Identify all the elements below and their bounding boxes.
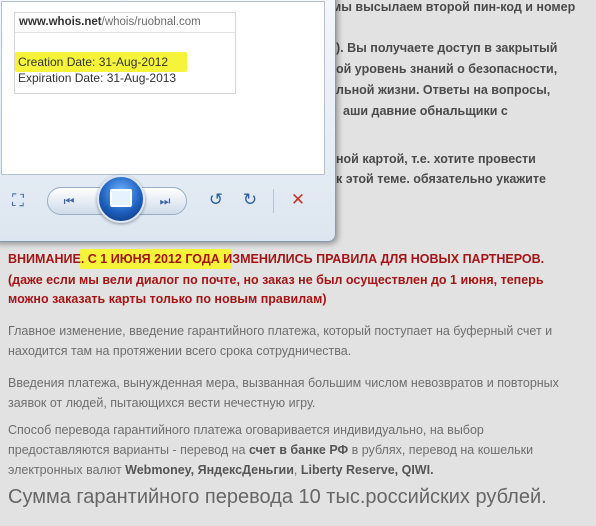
creation-date: Creation Date: 31-Aug-2012 [18,55,169,69]
toolbar-divider [273,189,274,213]
bg-text-line: мы высылаем второй пин-код и номер [332,0,576,14]
paragraph-line: Введения платежа, вынужденная мера, вызв… [8,376,559,390]
whois-url: www.whois.net/whois/ruobnal.com [15,13,235,33]
warning-headline: ВНИМАНИЕ. С 1 ИЮНЯ 2012 ГОДА ИЗМЕНИЛИСЬ … [8,252,545,266]
paragraph-line: Способ перевода гарантийного платежа ого… [8,423,484,437]
page: мы высылаем второй пин-код и номер ). Вы… [0,0,596,526]
bg-text-line: ой уровень знаний о безопасности, [336,62,558,76]
paragraph-line: электронных валют Webmoney, ЯндексДеньги… [8,463,434,477]
whois-screenshot: www.whois.net/whois/ruobnal.com Creation… [14,12,236,94]
paragraph-line: заявок от людей, пытающихся вести нечест… [8,396,316,410]
warning-subtext: (даже если мы вели диалог по почте, но з… [8,273,544,287]
image-canvas: www.whois.net/whois/ruobnal.com Creation… [1,1,325,175]
expiration-date: Expiration Date: 31-Aug-2013 [18,71,177,85]
slideshow-icon [110,189,132,207]
bg-text-line: ). Вы получаете доступ в закрытый [336,41,558,55]
bg-text-line: к этой теме. обязательно укажите [336,172,546,186]
next-icon[interactable]: ⏭ [154,190,176,212]
bg-text-line: ной картой, т.е. хотите провести [336,152,536,166]
paragraph-line: находится там на протяжении всего срока … [8,344,352,358]
guarantee-amount-heading: Сумма гарантийного перевода 10 тыс.росси… [8,486,547,508]
fit-to-window-icon[interactable]: ⛶ [7,190,29,212]
viewer-toolbar: ⛶ ⏮ ⏭ ↺ ↻ ✕ [0,175,335,235]
rotate-left-icon[interactable]: ↺ [205,189,227,211]
image-viewer-window[interactable]: www.whois.net/whois/ruobnal.com Creation… [0,0,336,242]
delete-icon[interactable]: ✕ [287,189,309,211]
paragraph-line: Главное изменение, введение гарантийного… [8,324,553,338]
slideshow-button[interactable] [97,175,145,223]
previous-icon[interactable]: ⏮ [58,190,80,212]
bg-text-line: льной жизни. Ответы на вопросы, [336,83,551,97]
warning-subtext: можно заказать карты только по новым пра… [8,292,327,306]
rotate-right-icon[interactable]: ↻ [239,189,261,211]
paragraph-line: предоставляются варианты - перевод на сч… [8,443,534,457]
bg-text-line: аши давние обнальщики с [343,104,508,118]
